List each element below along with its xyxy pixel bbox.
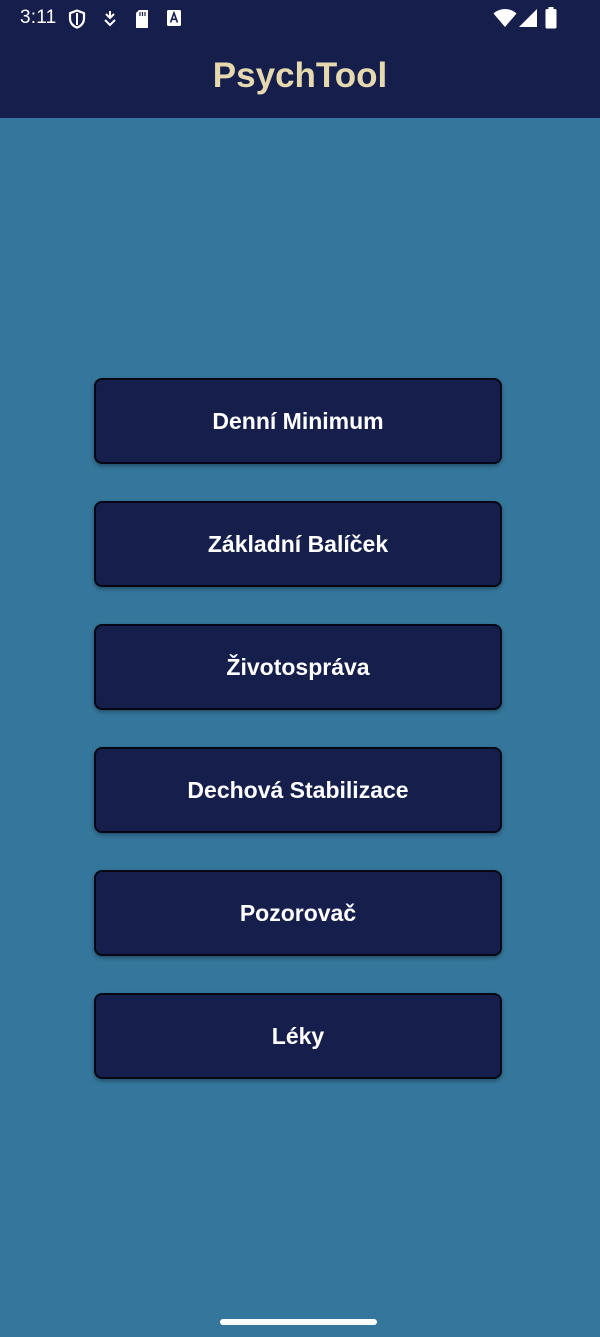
shield-icon	[68, 9, 86, 29]
app-title: PsychTool	[212, 56, 388, 95]
pozorovac-button[interactable]: Pozorovač	[94, 870, 502, 956]
status-time: 3:11	[20, 7, 57, 28]
battery-icon	[545, 7, 557, 29]
zivotosprava-button[interactable]: Životospráva	[94, 624, 502, 710]
app-header: 3:11 PsychTool	[0, 0, 600, 118]
zakladni-balicek-button[interactable]: Základní Balíček	[94, 501, 502, 587]
signal-icon	[519, 9, 537, 27]
wifi-icon	[493, 9, 517, 27]
download-icon	[104, 11, 116, 27]
denni-minimum-button[interactable]: Denní Minimum	[94, 378, 502, 464]
status-bar: 3:11	[0, 0, 600, 36]
dechova-stabilizace-button[interactable]: Dechová Stabilizace	[94, 747, 502, 833]
leky-button[interactable]: Léky	[94, 993, 502, 1079]
sd-card-icon	[136, 10, 148, 28]
font-icon	[167, 10, 181, 26]
gesture-navigation-handle[interactable]	[220, 1319, 377, 1325]
main-menu: Denní Minimum Základní Balíček Životospr…	[94, 378, 502, 1116]
